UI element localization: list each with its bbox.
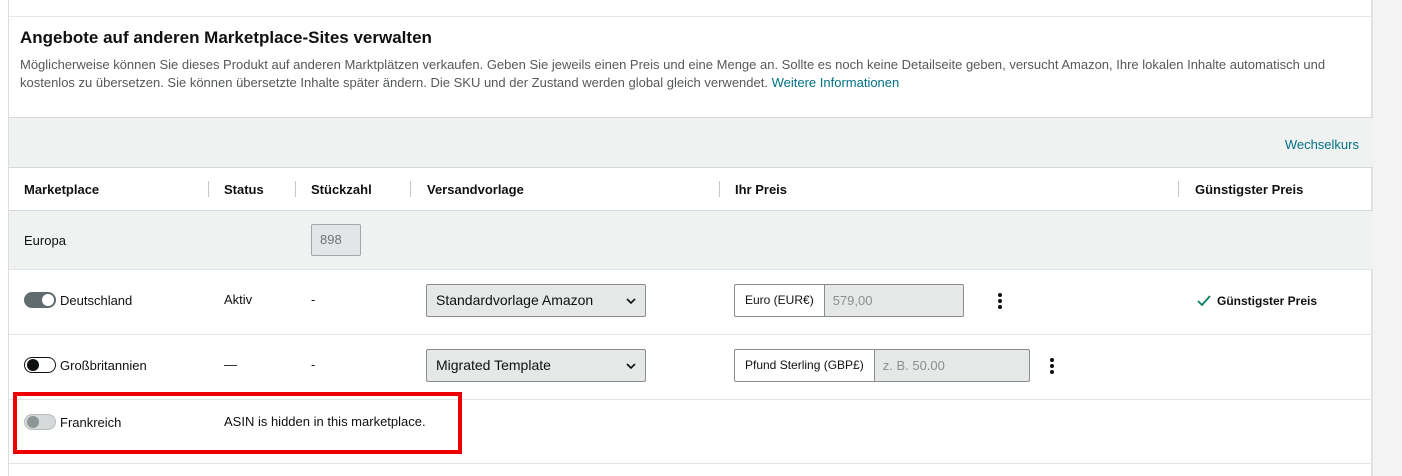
group-name: Europa xyxy=(24,233,66,248)
lowest-price-label: Günstigster Preis xyxy=(1217,294,1318,308)
price-input[interactable]: 579,00 xyxy=(823,284,964,317)
marketplace-toggle-grossbritannien[interactable] xyxy=(24,357,56,373)
more-options-icon[interactable] xyxy=(1050,358,1054,374)
group-quantity-field: 898 xyxy=(311,224,361,256)
toggle-knob xyxy=(27,359,39,371)
quantity-text: - xyxy=(311,357,316,372)
quantity-text: - xyxy=(311,292,316,307)
column-your-price: Ihr Preis xyxy=(735,182,788,197)
divider xyxy=(9,16,1371,17)
column-shipping-template: Versandvorlage xyxy=(427,182,524,197)
marketplace-name: Großbritannien xyxy=(60,358,147,373)
table-row-deutschland: Deutschland Aktiv - Standardvorlage Amaz… xyxy=(9,270,1373,335)
right-gutter xyxy=(1372,0,1402,476)
exchange-rate-link[interactable]: Wechselkurs xyxy=(1285,137,1359,152)
column-separator xyxy=(295,181,296,197)
checkmark-icon xyxy=(1197,295,1211,307)
lowest-price-indicator: Günstigster Preis xyxy=(1197,294,1317,308)
column-quantity: Stückzahl xyxy=(311,182,372,197)
table-toolbar: Wechselkurs xyxy=(9,117,1373,168)
status-text: — xyxy=(224,357,237,372)
more-options-icon[interactable] xyxy=(998,293,1002,309)
column-separator xyxy=(208,181,209,197)
toggle-knob xyxy=(42,294,54,306)
chevron-down-icon xyxy=(626,298,636,305)
highlight-box xyxy=(13,392,462,454)
description-text: Möglicherweise können Sie dieses Produkt… xyxy=(20,57,1326,90)
currency-label: Euro (EUR€) xyxy=(734,284,824,317)
table-row-grossbritannien: Großbritannien — - Migrated Template Pfu… xyxy=(9,335,1373,400)
column-status: Status xyxy=(224,182,264,197)
marketplace-name: Deutschland xyxy=(60,293,133,308)
section-title: Angebote auf anderen Marketplace-Sites v… xyxy=(20,28,432,47)
status-text: Aktiv xyxy=(224,292,253,307)
table-row-europa: Europa 898 xyxy=(9,211,1373,270)
select-value: Migrated Template xyxy=(436,357,551,373)
shipping-template-select[interactable]: Standardvorlage Amazon xyxy=(426,284,646,317)
column-lowest-price: Günstigster Preis xyxy=(1195,182,1304,197)
price-field: Euro (EUR€) 579,00 xyxy=(734,284,964,317)
chevron-down-icon xyxy=(626,363,636,370)
select-value: Standardvorlage Amazon xyxy=(436,292,594,308)
more-info-link[interactable]: Weitere Informationen xyxy=(772,75,900,90)
shipping-template-select[interactable]: Migrated Template xyxy=(426,349,646,382)
marketplace-toggle-deutschland[interactable] xyxy=(24,292,56,308)
column-separator xyxy=(719,181,720,197)
section-description: Möglicherweise können Sie dieses Produkt… xyxy=(20,56,1355,92)
currency-label: Pfund Sterling (GBP£) xyxy=(734,349,874,382)
price-field: Pfund Sterling (GBP£) z. B. 50.00 xyxy=(734,349,1030,382)
column-separator xyxy=(410,181,411,197)
column-separator xyxy=(1178,181,1179,197)
price-input[interactable]: z. B. 50.00 xyxy=(873,349,1030,382)
column-marketplace: Marketplace xyxy=(24,182,100,197)
table-header: Marketplace Status Stückzahl Versandvorl… xyxy=(9,168,1373,211)
